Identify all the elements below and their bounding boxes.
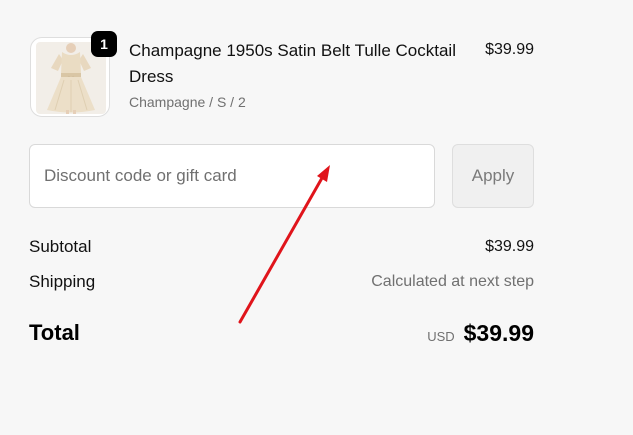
product-variant: Champagne / S / 2 (129, 94, 246, 110)
discount-code-input[interactable] (29, 144, 435, 208)
quantity-badge: 1 (91, 31, 117, 57)
shipping-label: Shipping (29, 272, 96, 291)
subtotal-label: Subtotal (29, 237, 92, 256)
total-label: Total (29, 320, 80, 345)
currency-code: USD (427, 329, 455, 344)
product-title: Champagne 1950s Satin Belt Tulle Cocktai… (129, 41, 456, 86)
apply-discount-button[interactable]: Apply (452, 144, 534, 208)
subtotal-value: $39.99 (485, 238, 534, 255)
product-price: $39.99 (485, 41, 534, 58)
shipping-value: Calculated at next step (371, 273, 534, 290)
total-amount-group: USD $39.99 (427, 320, 534, 347)
order-summary-panel: 1 Champagne 1950s Satin Belt Tulle Cockt… (0, 0, 633, 435)
total-amount: $39.99 (463, 320, 534, 346)
